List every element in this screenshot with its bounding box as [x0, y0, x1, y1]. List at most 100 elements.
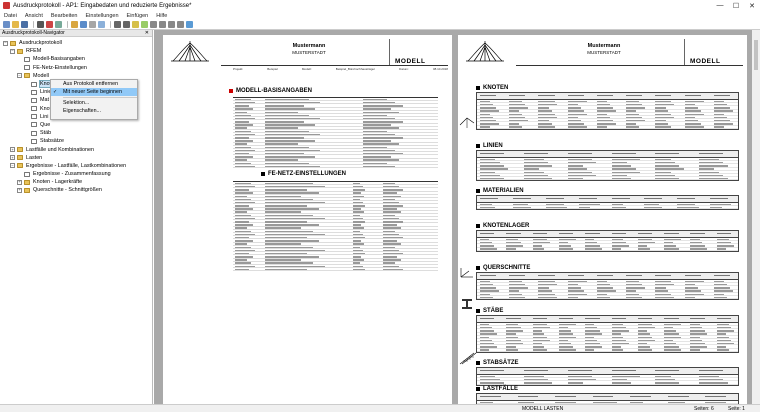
menu-ansicht[interactable]: Ansicht [25, 13, 43, 19]
company-name: Mustermann [587, 43, 621, 49]
menu-hilfe[interactable]: Hilfe [156, 13, 167, 19]
table-cell [567, 280, 587, 283]
next-page-icon[interactable] [168, 21, 175, 28]
menu-item-new-page[interactable]: ✓ Mit neuer Seite beginnen [51, 88, 137, 96]
tree-node[interactable]: + Lasten [0, 154, 152, 162]
scrollbar-thumb[interactable] [754, 40, 758, 70]
table-cell [265, 117, 320, 120]
print-icon[interactable] [37, 21, 44, 28]
refresh-icon[interactable] [141, 21, 148, 28]
new-icon[interactable] [3, 21, 10, 28]
table-cell [480, 287, 497, 289]
help-icon[interactable] [186, 21, 193, 28]
table-cell [265, 198, 313, 201]
table-cell [578, 203, 600, 206]
tree-node[interactable]: FE-Netz-Einstellungen [0, 64, 152, 72]
table-cell [523, 174, 548, 177]
close-icon[interactable]: ✕ [145, 30, 149, 36]
table-cell [585, 326, 598, 329]
table-cell [558, 330, 571, 332]
table-cell [480, 103, 494, 106]
header-model-label: MODELL [395, 58, 426, 65]
table-cell [596, 293, 608, 295]
tree-node[interactable]: − RFEM [0, 47, 152, 55]
table-cell [611, 333, 621, 335]
table-cell [383, 252, 403, 255]
table-cell [596, 296, 611, 299]
table-cell [611, 165, 632, 167]
expand-icon[interactable]: + [17, 179, 22, 185]
menu-bearbeiten[interactable]: Bearbeiten [51, 13, 78, 19]
pdf-icon[interactable] [46, 21, 53, 28]
menu-item-remove[interactable]: Aus Protokoll entfernen [51, 80, 137, 88]
maximize-button[interactable]: ☐ [728, 0, 744, 11]
menu-datei[interactable]: Datei [4, 13, 17, 19]
zoom-in-icon[interactable] [114, 21, 121, 28]
menu-item-selection[interactable]: Selektion... [51, 99, 137, 107]
table-cell [363, 114, 387, 117]
tree-node[interactable]: Stabsätze [0, 137, 152, 145]
first-page-icon[interactable] [150, 21, 157, 28]
table-cell [265, 165, 320, 168]
page-icon[interactable] [89, 21, 96, 28]
last-page-icon[interactable] [177, 21, 184, 28]
expand-icon[interactable]: + [17, 187, 22, 193]
collapse-icon[interactable]: − [10, 48, 15, 54]
section-bullet-icon [261, 172, 265, 176]
menu-einfuegen[interactable]: Einfügen [127, 13, 149, 19]
table-cell [480, 168, 509, 170]
expand-icon[interactable]: + [10, 155, 15, 161]
header-icon[interactable] [98, 21, 105, 28]
header-cell [506, 232, 521, 234]
table-cell [235, 182, 251, 185]
save-icon[interactable] [21, 21, 28, 28]
table-cell [684, 293, 704, 295]
vertical-scrollbar[interactable] [752, 30, 760, 404]
export-icon[interactable] [55, 21, 62, 28]
table-cell [716, 342, 734, 345]
table-cell [716, 248, 726, 250]
tree-node[interactable]: + Lastfälle und Kombinationen [0, 145, 152, 153]
table-cell [585, 333, 603, 335]
table-icon[interactable] [80, 21, 87, 28]
section-heading: STABSÄTZE [476, 360, 519, 366]
table-cell [235, 198, 251, 201]
table-cell [655, 103, 675, 106]
tree-node[interactable]: + Knoten - Lagerkräfte [0, 178, 152, 186]
tree-node[interactable]: Modell-Basisangaben [0, 55, 152, 63]
tree-node[interactable]: + Querschnitte - Schnittgrößen [0, 186, 152, 194]
expand-icon[interactable]: + [10, 147, 15, 153]
tree-node[interactable]: Stäb [0, 129, 152, 137]
table-cell [585, 349, 595, 351]
collapse-icon[interactable]: − [17, 73, 22, 79]
zoom-out-icon[interactable] [123, 21, 130, 28]
collapse-icon[interactable]: − [10, 163, 15, 169]
table-cell [383, 262, 395, 264]
tree-node[interactable]: − Ausdruckprotokoll [0, 39, 152, 47]
table-cell [353, 246, 361, 249]
header-cell [684, 274, 701, 276]
tree-node[interactable]: Que [0, 121, 152, 129]
table-row [477, 296, 738, 300]
menu-einstellungen[interactable]: Einstellungen [86, 13, 119, 19]
close-button[interactable]: ✕ [744, 0, 760, 11]
table-cell [509, 287, 529, 289]
collapse-icon[interactable]: − [3, 40, 8, 46]
table-cell [265, 182, 313, 185]
table-cell [596, 110, 616, 112]
settings-icon[interactable] [132, 21, 139, 28]
table-cell [664, 346, 679, 348]
tree-node[interactable]: − Ergebnisse - Lastfälle, Lastkombination… [0, 162, 152, 170]
tree-node[interactable]: Ergebnisse - Zusammenfassung [0, 170, 152, 178]
graphic-icon[interactable] [71, 21, 78, 28]
table-cell [265, 217, 325, 220]
prev-page-icon[interactable] [159, 21, 166, 28]
menu-item-properties[interactable]: Eigenschaften... [51, 107, 137, 115]
table-cell [567, 158, 592, 161]
table-cell [509, 110, 520, 112]
open-icon[interactable] [12, 21, 19, 28]
print-preview[interactable]: Mustermann MUSTERSTADT MODELL Projekt: B… [154, 30, 760, 404]
minimize-button[interactable]: — [712, 0, 728, 11]
document-icon [31, 130, 37, 136]
table-cell [667, 401, 685, 404]
